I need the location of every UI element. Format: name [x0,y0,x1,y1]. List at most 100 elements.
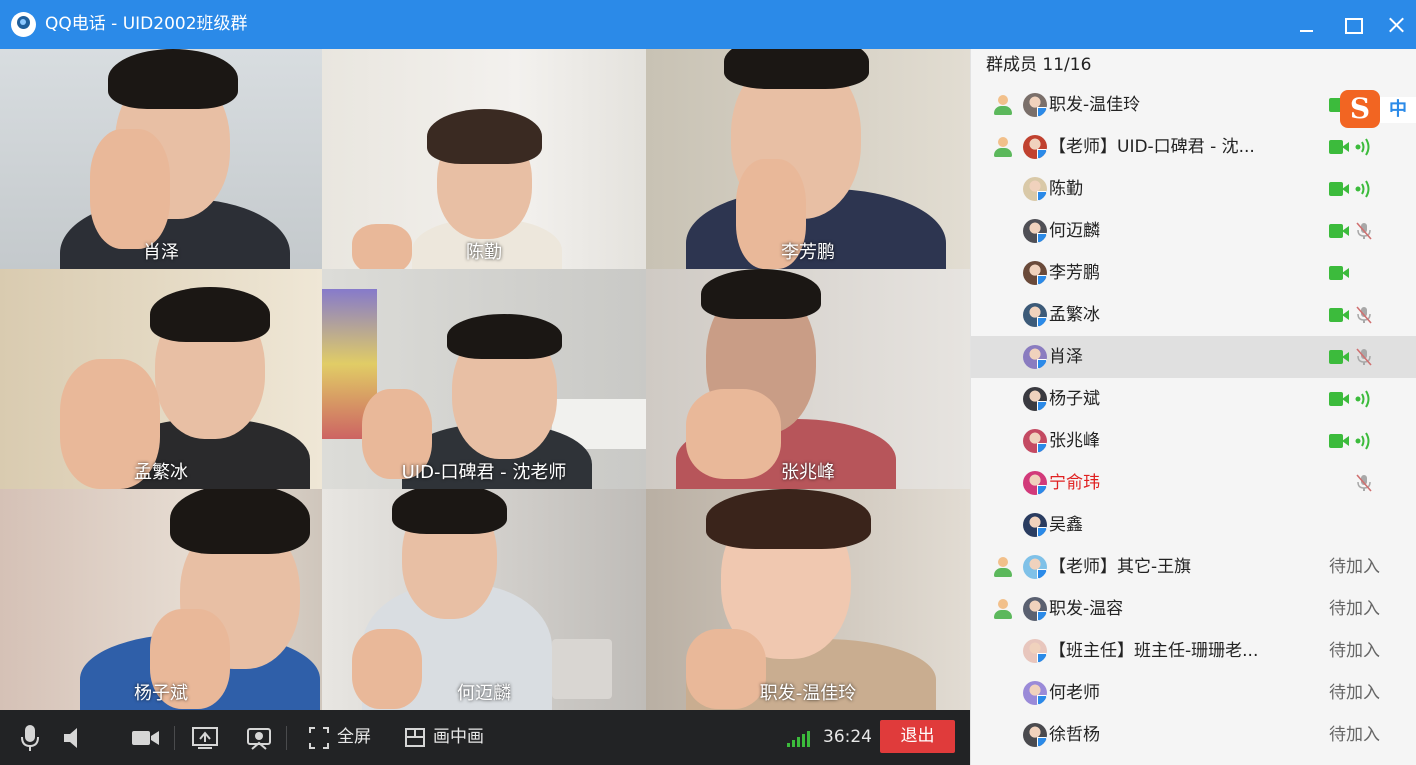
avatar[interactable] [1023,177,1047,201]
member-name: 徐哲杨 [1049,725,1100,745]
member-row[interactable]: 何老师 待加入 [971,672,1416,714]
member-name: 职发-温容 [1049,599,1124,619]
close-button[interactable] [1381,9,1413,41]
ime-mode-label[interactable]: 中 [1380,97,1416,123]
fullscreen-icon[interactable] [309,724,329,752]
participant-name: 肖泽 [143,242,179,263]
participant-name: 张兆峰 [781,462,835,483]
qq-logo-icon [11,12,36,37]
member-row[interactable]: 【班主任】班主任-珊珊老... 待加入 [971,630,1416,672]
video-on-icon [1329,224,1351,238]
video-tile[interactable]: 李芳鹏 [646,49,970,269]
member-row[interactable]: 徐哲杨 待加入 [971,714,1416,756]
speaking-icon [1355,390,1370,408]
avatar[interactable] [1023,219,1047,243]
member-row[interactable]: 肖泽 [971,336,1416,378]
avatar[interactable] [1023,639,1047,663]
maximize-button[interactable] [1336,9,1368,41]
exit-call-button[interactable]: 退出 [880,720,955,753]
admin-user-icon [993,599,1013,619]
title-bar: QQ电话 - UID2002班级群 [0,0,1416,49]
avatar[interactable] [1023,303,1047,327]
mic-muted-icon [1356,474,1372,492]
minimize-button[interactable] [1290,9,1322,41]
member-name: 何迈麟 [1049,221,1100,241]
avatar[interactable] [1023,429,1047,453]
participant-name: 职发-温佳玲 [759,683,857,704]
avatar[interactable] [1023,681,1047,705]
member-name: 陈勤 [1049,179,1083,199]
video-tile[interactable]: 孟繁冰 [0,269,322,489]
member-name: 肖泽 [1049,347,1083,367]
member-row[interactable]: 陈勤 [971,168,1416,210]
video-tile[interactable]: 陈勤 [322,49,646,269]
call-timer: 36:24 [823,727,872,747]
participant-name: 杨子斌 [134,683,188,704]
avatar[interactable] [1023,261,1047,285]
member-count-header: 群成员 11/16 [986,55,1092,75]
video-on-icon [1329,392,1351,406]
member-name: 孟繁冰 [1049,305,1100,325]
video-tile[interactable]: 杨子斌 [0,489,322,710]
speaking-icon [1355,180,1370,198]
share-screen-icon[interactable] [192,724,218,752]
participant-name: 陈勤 [466,242,502,263]
member-name: 【班主任】班主任-珊珊老... [1049,641,1259,661]
video-grid: 肖泽 陈勤 李芳鹏 孟繁冰 UID-口碑君 - 沈老师 张兆峰 杨子斌 何迈麟 … [0,49,970,710]
toolbar-divider [286,726,287,750]
member-row[interactable]: 宁俞玮 [971,462,1416,504]
picture-in-picture-icon[interactable] [405,724,425,752]
avatar[interactable] [1023,387,1047,411]
member-name: 吴鑫 [1049,515,1083,535]
admin-user-icon [993,95,1013,115]
participant-name: 李芳鹏 [781,242,835,263]
member-name: 李芳鹏 [1049,263,1100,283]
member-name: 职发-温佳玲 [1049,95,1141,115]
member-name: 何老师 [1049,683,1100,703]
avatar[interactable] [1023,345,1047,369]
avatar[interactable] [1023,513,1047,537]
toolbar-divider [174,726,175,750]
member-row[interactable]: 【老师】其它-王旗 待加入 [971,546,1416,588]
camera-icon[interactable] [131,724,161,752]
member-row[interactable]: 张兆峰 [971,420,1416,462]
fullscreen-button[interactable]: 全屏 [337,726,371,748]
member-row[interactable]: 【老师】UID-口碑君 - 沈... [971,126,1416,168]
avatar[interactable] [1023,471,1047,495]
member-row[interactable]: 吴鑫 [971,504,1416,546]
picture-in-picture-button[interactable]: 画中画 [433,726,484,748]
video-tile[interactable]: UID-口碑君 - 沈老师 [322,269,646,489]
ime-indicator[interactable]: S 中 [1336,90,1416,128]
avatar[interactable] [1023,93,1047,117]
member-name: 宁俞玮 [1049,473,1100,493]
avatar[interactable] [1023,723,1047,747]
admin-user-icon [993,137,1013,157]
member-name: 杨子斌 [1049,389,1100,409]
member-status: 待加入 [1329,683,1380,703]
member-row[interactable]: 孟繁冰 [971,294,1416,336]
speaker-icon[interactable] [62,724,86,752]
video-tile[interactable]: 职发-温佳玲 [646,489,970,710]
call-toolbar: 全屏 画中画 36:24 退出 [0,710,970,765]
avatar[interactable] [1023,597,1047,621]
video-tile[interactable]: 张兆峰 [646,269,970,489]
member-name: 张兆峰 [1049,431,1100,451]
member-row[interactable]: 职发-温容 待加入 [971,588,1416,630]
speaking-icon [1355,138,1370,156]
member-status: 待加入 [1329,557,1380,577]
member-status: 待加入 [1329,725,1380,745]
video-tile[interactable]: 肖泽 [0,49,322,269]
screenshot-share-icon[interactable] [246,724,272,752]
video-tile[interactable]: 何迈麟 [322,489,646,710]
mic-muted-icon [1356,306,1372,324]
member-row[interactable]: 杨子斌 [971,378,1416,420]
avatar[interactable] [1023,135,1047,159]
video-on-icon [1329,308,1351,322]
member-row[interactable]: 李芳鹏 [971,252,1416,294]
member-name: 【老师】其它-王旗 [1049,557,1192,577]
signal-strength-icon [787,731,815,747]
avatar[interactable] [1023,555,1047,579]
sogou-ime-icon[interactable]: S [1340,90,1380,128]
microphone-icon[interactable] [18,724,42,752]
member-row[interactable]: 何迈麟 [971,210,1416,252]
